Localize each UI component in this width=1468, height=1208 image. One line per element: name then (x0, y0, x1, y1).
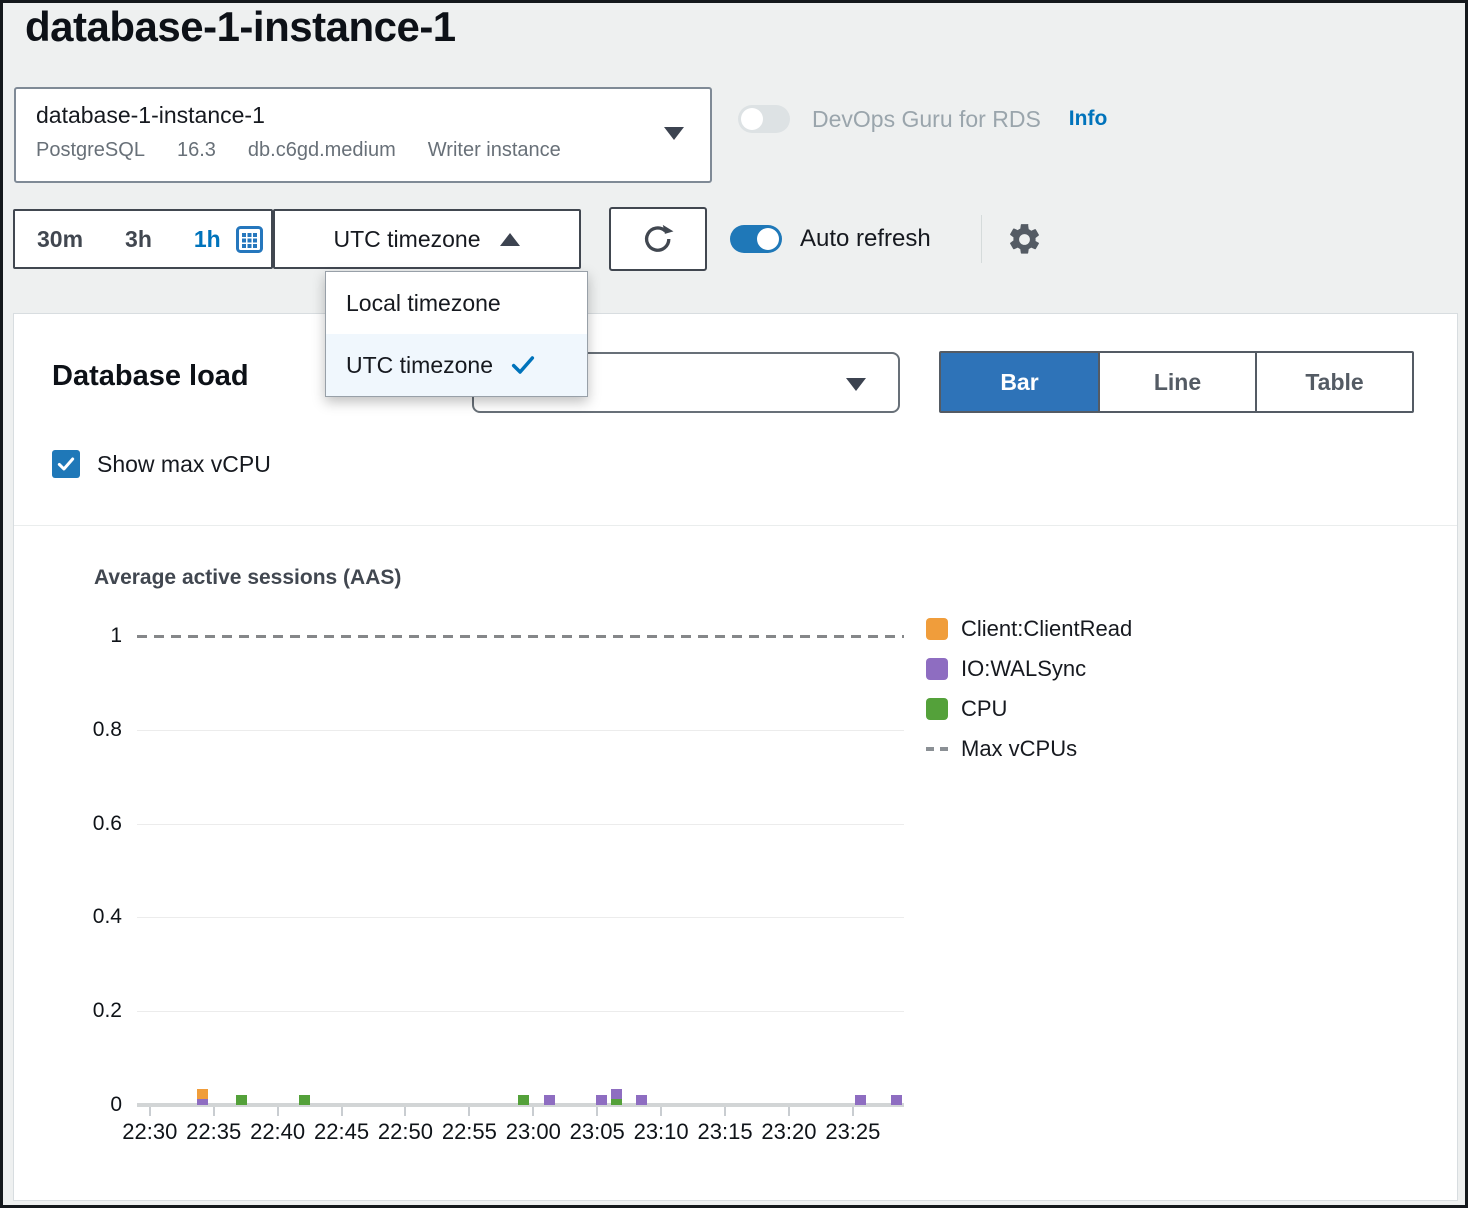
legend-label: Client:ClientRead (961, 616, 1132, 642)
x-tick (341, 1107, 343, 1116)
time-range-options: 30m 3h 1h (37, 226, 221, 253)
legend-label: CPU (961, 696, 1007, 722)
instance-selector[interactable]: database-1-instance-1 PostgreSQL 16.3 db… (14, 87, 712, 183)
gridline-0.8 (137, 730, 904, 731)
gridline-0.2 (137, 1011, 904, 1012)
y-axis-label-0.4: 0.4 (62, 904, 122, 930)
gridline-0.4 (137, 917, 904, 918)
auto-refresh-row: Auto refresh (730, 225, 931, 253)
toggle-knob (741, 108, 763, 130)
y-axis-label-0: 0 (62, 1092, 122, 1118)
legend-swatch (926, 618, 948, 640)
x-tick (724, 1107, 726, 1116)
bar-2325-io-walsync[interactable] (855, 1095, 866, 1105)
check-icon (509, 351, 537, 379)
dash (940, 747, 948, 751)
devops-guru-info-link[interactable]: Info (1069, 107, 1107, 131)
devops-guru-toggle[interactable] (738, 105, 790, 133)
instance-version: 16.3 (177, 139, 216, 162)
bar-2328-io-walsync[interactable] (891, 1095, 902, 1105)
instance-name: database-1-instance-1 (36, 102, 265, 129)
devops-guru-row: DevOps Guru for RDS Info (738, 105, 1107, 133)
legend-item-client-clientread: Client:ClientRead (926, 617, 1132, 641)
bar-2234-io-walsync[interactable] (197, 1099, 208, 1105)
x-tick (213, 1107, 215, 1116)
rds-performance-insights-screen: database-1-instance-1 database-1-instanc… (0, 0, 1468, 1208)
x-tick (596, 1107, 598, 1116)
auto-refresh-label: Auto refresh (800, 225, 931, 253)
legend-item-max-vcpus: Max vCPUs (926, 737, 1077, 761)
time-range-selector: 30m 3h 1h (13, 209, 273, 269)
y-axis-label-0.8: 0.8 (62, 717, 122, 743)
bar-2305-io-walsync[interactable] (596, 1095, 607, 1105)
devops-guru-label: DevOps Guru for RDS (812, 106, 1041, 133)
menu-item-label: Local timezone (346, 290, 501, 317)
x-tick (532, 1107, 534, 1116)
bar-2237-cpu[interactable] (236, 1095, 247, 1105)
instance-class: db.c6gd.medium (248, 139, 396, 162)
range-option-30m[interactable]: 30m (37, 226, 83, 253)
legend-label: Max vCPUs (961, 736, 1077, 762)
toggle-knob (757, 228, 779, 250)
x-tick (149, 1107, 151, 1116)
chevron-up-icon (500, 233, 520, 246)
calendar-icon-svg (236, 226, 263, 253)
bar-2306-io-walsync[interactable] (611, 1089, 622, 1099)
timezone-dropdown-button[interactable]: UTC timezone (273, 209, 581, 269)
chevron-down-icon (664, 127, 684, 140)
legend-label: IO:WALSync (961, 656, 1086, 682)
bar-2308-io-walsync[interactable] (636, 1095, 647, 1105)
bar-2234-client-clientread[interactable] (197, 1089, 208, 1099)
instance-engine: PostgreSQL (36, 139, 145, 162)
x-tick (852, 1107, 854, 1116)
range-option-3h[interactable]: 3h (125, 226, 152, 253)
x-tick (277, 1107, 279, 1116)
legend-item-cpu: CPU (926, 697, 1007, 721)
legend-dash-swatch (926, 747, 948, 751)
range-option-1h[interactable]: 1h (194, 226, 221, 253)
aas-bar-chart: 00.20.40.60.8122:3022:3522:4022:4522:502… (14, 314, 1457, 1200)
gridline-0.6 (137, 824, 904, 825)
instance-role: Writer instance (428, 139, 561, 162)
menu-item-label: UTC timezone (346, 352, 493, 379)
bar-2306-cpu[interactable] (611, 1099, 622, 1105)
legend-item-io-walsync: IO:WALSync (926, 657, 1086, 681)
bar-2259-cpu[interactable] (518, 1095, 529, 1105)
page-title: database-1-instance-1 (25, 3, 456, 51)
x-axis-label-23-25: 23:25 (815, 1119, 891, 1145)
max-vcpus-line (137, 635, 904, 638)
timezone-button-label: UTC timezone (334, 226, 481, 253)
menu-item-utc-timezone[interactable]: UTC timezone (326, 334, 587, 396)
bar-2301-io-walsync[interactable] (544, 1095, 555, 1105)
y-axis-label-0.6: 0.6 (62, 811, 122, 837)
refresh-button[interactable] (609, 207, 707, 271)
vertical-divider (981, 215, 982, 263)
timezone-dropdown-menu: Local timezone UTC timezone (325, 271, 588, 397)
x-tick (660, 1107, 662, 1116)
refresh-icon (640, 221, 676, 257)
x-tick (404, 1107, 406, 1116)
dash (926, 747, 934, 751)
legend-swatch (926, 698, 948, 720)
y-axis-label-0.2: 0.2 (62, 998, 122, 1024)
x-tick (788, 1107, 790, 1116)
auto-refresh-toggle[interactable] (730, 225, 782, 253)
calendar-icon[interactable] (236, 226, 263, 253)
legend-swatch (926, 658, 948, 680)
settings-gear-icon[interactable] (1006, 221, 1043, 263)
menu-item-local-timezone[interactable]: Local timezone (326, 272, 587, 334)
database-load-card: Database load BarLineTable Show max vCPU… (13, 313, 1458, 1201)
bar-2242-cpu[interactable] (299, 1095, 310, 1105)
x-tick (468, 1107, 470, 1116)
y-axis-label-1: 1 (62, 623, 122, 649)
instance-meta: PostgreSQL 16.3 db.c6gd.medium Writer in… (36, 139, 561, 162)
gear-icon-svg (1006, 221, 1043, 258)
